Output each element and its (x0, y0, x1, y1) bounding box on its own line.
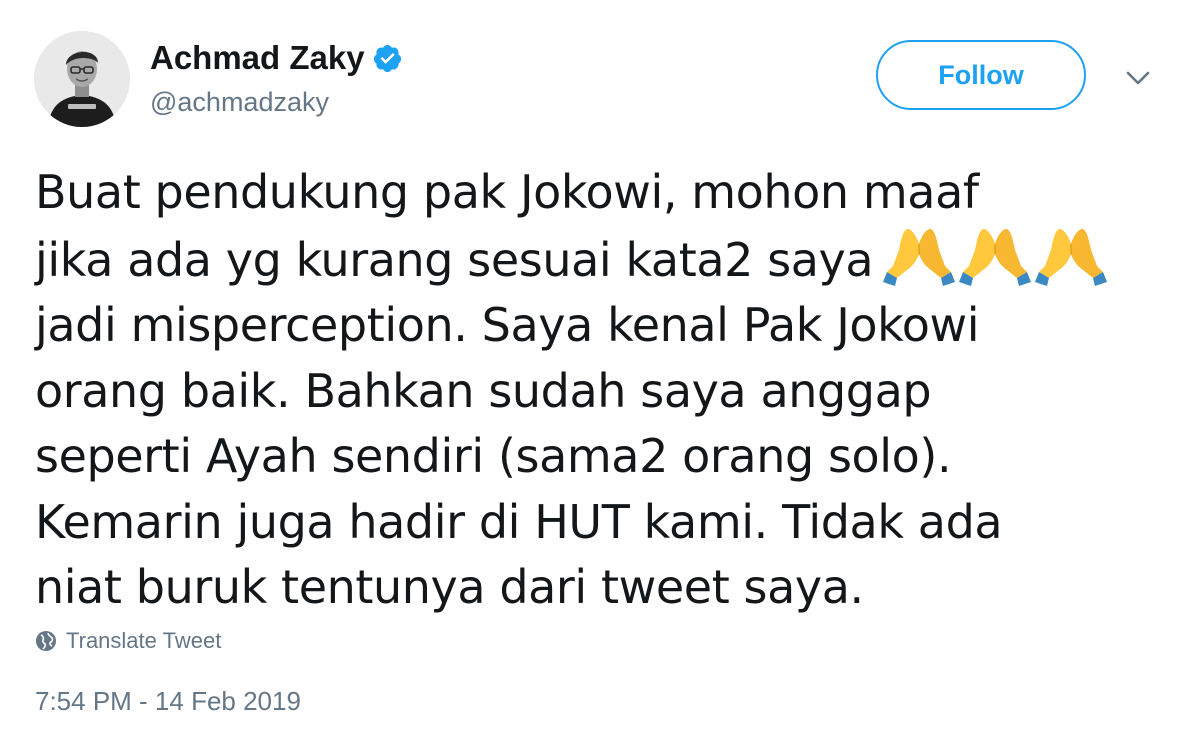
globe-icon (35, 630, 57, 652)
author-handle[interactable]: @achmadzaky (150, 84, 329, 120)
tweet-text-line: orang baik. Bahkan sudah saya anggap (35, 363, 932, 418)
tweet-text: Buat pendukung pak Jokowi, mohon maaf ji… (35, 160, 1165, 621)
translate-tweet-label: Translate Tweet (66, 628, 222, 653)
tweet-text-segment: jika ada yg kurang sesuai kata2 saya (35, 232, 874, 287)
tweet-text-line: Buat pendukung pak Jokowi, mohon maaf (35, 165, 979, 219)
emoji-group (883, 226, 1108, 288)
tweet-text-line: Kemarin juga hadir di HUT kami. Tidak ad… (35, 494, 1003, 549)
profile-photo-icon (34, 31, 130, 127)
tweet-card: Achmad Zaky @achmadzaky Follow Buat pend… (0, 0, 1195, 729)
follow-button[interactable]: Follow (876, 40, 1086, 110)
translate-tweet-link[interactable]: Translate Tweet (35, 628, 221, 654)
tweet-text-line-with-emoji: jika ada yg kurang sesuai kata2 saya (35, 226, 1165, 294)
tweet-text-line: niat buruk tentunya dari tweet saya. (35, 560, 864, 614)
tweet-text-line: seperti Ayah sendiri (sama2 orang solo). (35, 429, 952, 483)
chevron-down-icon[interactable] (1124, 64, 1152, 92)
verified-badge-icon (372, 43, 403, 74)
author-name-row[interactable]: Achmad Zaky (150, 38, 403, 78)
tweet-timestamp[interactable]: 7:54 PM - 14 Feb 2019 (35, 686, 301, 717)
folded-hands-icon (883, 226, 956, 288)
folded-hands-icon (959, 226, 1032, 288)
tweet-text-line: jadi misperception. Saya kenal Pak Jokow… (35, 298, 980, 352)
avatar[interactable] (34, 31, 130, 127)
folded-hands-icon (1035, 226, 1108, 288)
author-display-name[interactable]: Achmad Zaky (150, 38, 365, 78)
